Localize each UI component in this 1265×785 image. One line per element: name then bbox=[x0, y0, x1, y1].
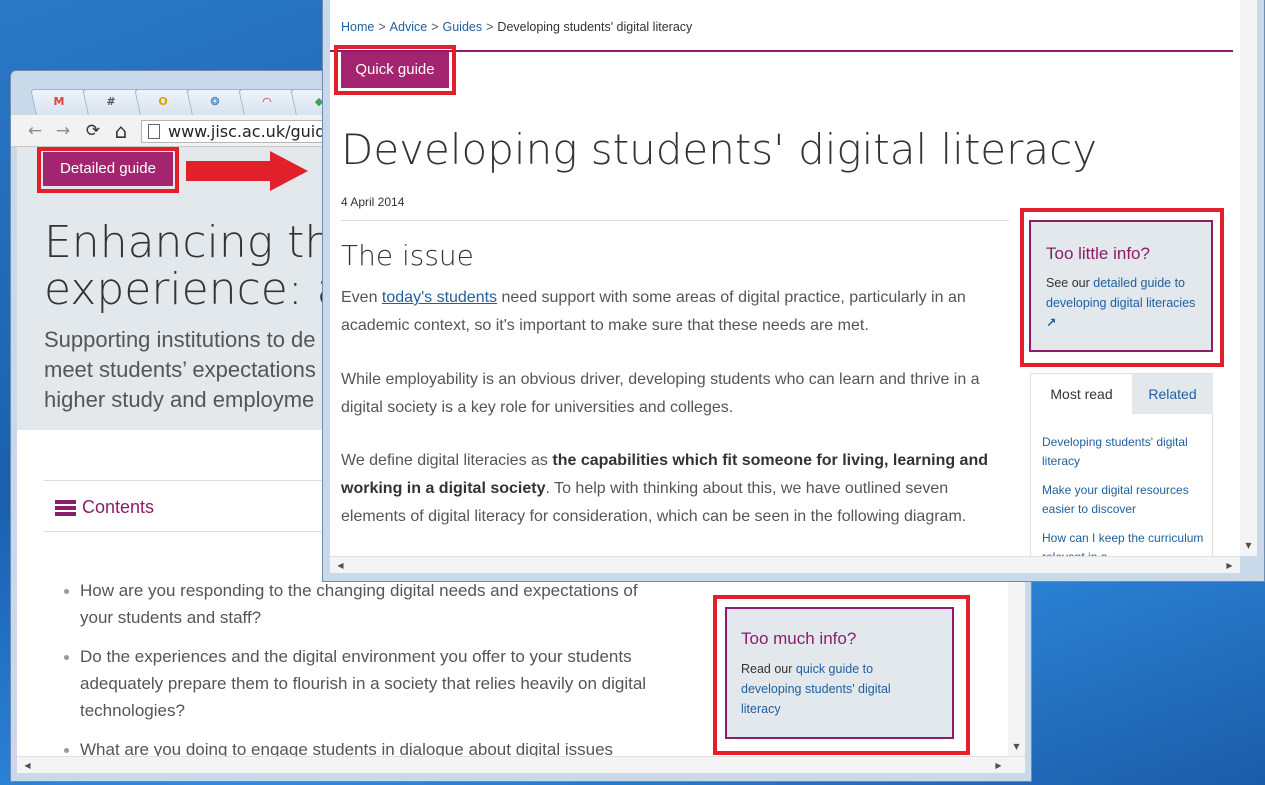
outlook-icon: O bbox=[158, 95, 168, 108]
paragraph: While employability is an obvious driver… bbox=[341, 371, 980, 416]
too-little-info-prefix: See our bbox=[1046, 276, 1094, 290]
most-read-link[interactable]: How can I keep the curriculum relevant i… bbox=[1042, 529, 1207, 556]
section-heading: The issue bbox=[341, 239, 474, 272]
back-arrow-icon[interactable]: ← bbox=[25, 121, 45, 141]
too-much-info-box: Too much info? Read our quick guide to d… bbox=[725, 607, 954, 739]
home-icon[interactable]: ⌂ bbox=[111, 121, 131, 141]
breadcrumb: Home > Advice > Guides > Developing students' … bbox=[341, 20, 692, 34]
para3-prefix: We define digital literacies as bbox=[341, 452, 553, 469]
para1-prefix: Even bbox=[341, 289, 382, 306]
too-much-info-text: Read our quick guide to developing stude… bbox=[741, 659, 931, 719]
too-little-info-box: Too little info? See our detailed guide … bbox=[1029, 220, 1213, 352]
breadcrumb-separator: > bbox=[378, 20, 386, 34]
scroll-right-icon[interactable]: ▶ bbox=[1221, 557, 1238, 574]
too-much-info-title: Too much info? bbox=[741, 629, 857, 648]
horizontal-scrollbar[interactable]: ◀ ▶ bbox=[17, 756, 1025, 773]
breadcrumb-home[interactable]: Home bbox=[341, 20, 374, 34]
scroll-left-icon[interactable]: ◀ bbox=[19, 757, 36, 774]
list-item: What are you doing to engage students in… bbox=[64, 736, 664, 757]
too-little-info-text: See our detailed guide to developing dig… bbox=[1046, 273, 1204, 333]
hash-icon: # bbox=[106, 95, 116, 108]
tree-icon: ❂ bbox=[210, 95, 220, 108]
sidebar-tabs: Most read Related Developing students' d… bbox=[1030, 373, 1213, 556]
red-arrow-icon bbox=[186, 151, 308, 191]
too-much-info-prefix: Read our bbox=[741, 662, 796, 676]
paragraph: Even today's students need support with … bbox=[341, 284, 1013, 340]
quick-guide-button[interactable]: Quick guide bbox=[341, 52, 449, 88]
reload-icon[interactable]: ⟳ bbox=[83, 121, 103, 141]
scroll-down-icon[interactable]: ▼ bbox=[1240, 537, 1257, 554]
menu-icon bbox=[55, 500, 76, 516]
forward-arrow-icon[interactable]: → bbox=[53, 121, 73, 141]
too-little-info-title: Too little info? bbox=[1046, 244, 1150, 263]
front-page-content: Home > Advice > Guides > Developing students' … bbox=[330, 0, 1240, 556]
most-read-link[interactable]: Make your digital resources easier to di… bbox=[1042, 481, 1207, 519]
horizontal-scrollbar[interactable]: ◀ ▶ bbox=[330, 556, 1240, 573]
list-item: How are you responding to the changing d… bbox=[64, 577, 664, 631]
breadcrumb-separator: > bbox=[486, 20, 494, 34]
list-item: Do the experiences and the digital envir… bbox=[64, 643, 664, 724]
divider bbox=[341, 220, 1009, 221]
breadcrumb-current: Developing students' digital literacy bbox=[497, 20, 693, 34]
paragraph: We define digital literacies as the capa… bbox=[341, 447, 1013, 531]
scroll-right-icon[interactable]: ▶ bbox=[990, 757, 1007, 774]
scroll-left-icon[interactable]: ◀ bbox=[332, 557, 349, 574]
breadcrumb-guides[interactable]: Guides bbox=[443, 20, 483, 34]
header-divider bbox=[330, 50, 1233, 52]
breadcrumb-separator: > bbox=[431, 20, 439, 34]
tab-related[interactable]: Related bbox=[1132, 374, 1213, 414]
page-title: Developing students' digital literacy bbox=[341, 125, 1098, 174]
contents-label: Contents bbox=[82, 497, 155, 517]
tab-most-read[interactable]: Most read bbox=[1031, 374, 1132, 414]
publish-date: 4 April 2014 bbox=[341, 195, 405, 209]
most-read-link[interactable]: Developing students' digital literacy bbox=[1042, 433, 1207, 471]
front-browser-window: Home > Advice > Guides > Developing students' … bbox=[322, 0, 1265, 582]
todays-students-link[interactable]: today's students bbox=[382, 289, 497, 306]
gmail-icon: M bbox=[53, 95, 65, 108]
breadcrumb-advice[interactable]: Advice bbox=[390, 20, 428, 34]
arc-icon: ◠ bbox=[262, 95, 272, 108]
question-list: How are you responding to the changing d… bbox=[64, 577, 664, 757]
external-link-icon: ↗ bbox=[1046, 315, 1057, 330]
scroll-down-icon[interactable]: ▼ bbox=[1008, 738, 1025, 755]
detailed-guide-button[interactable]: Detailed guide bbox=[43, 152, 173, 186]
page-icon bbox=[148, 124, 160, 139]
vertical-scrollbar[interactable]: ▼ bbox=[1240, 0, 1257, 556]
